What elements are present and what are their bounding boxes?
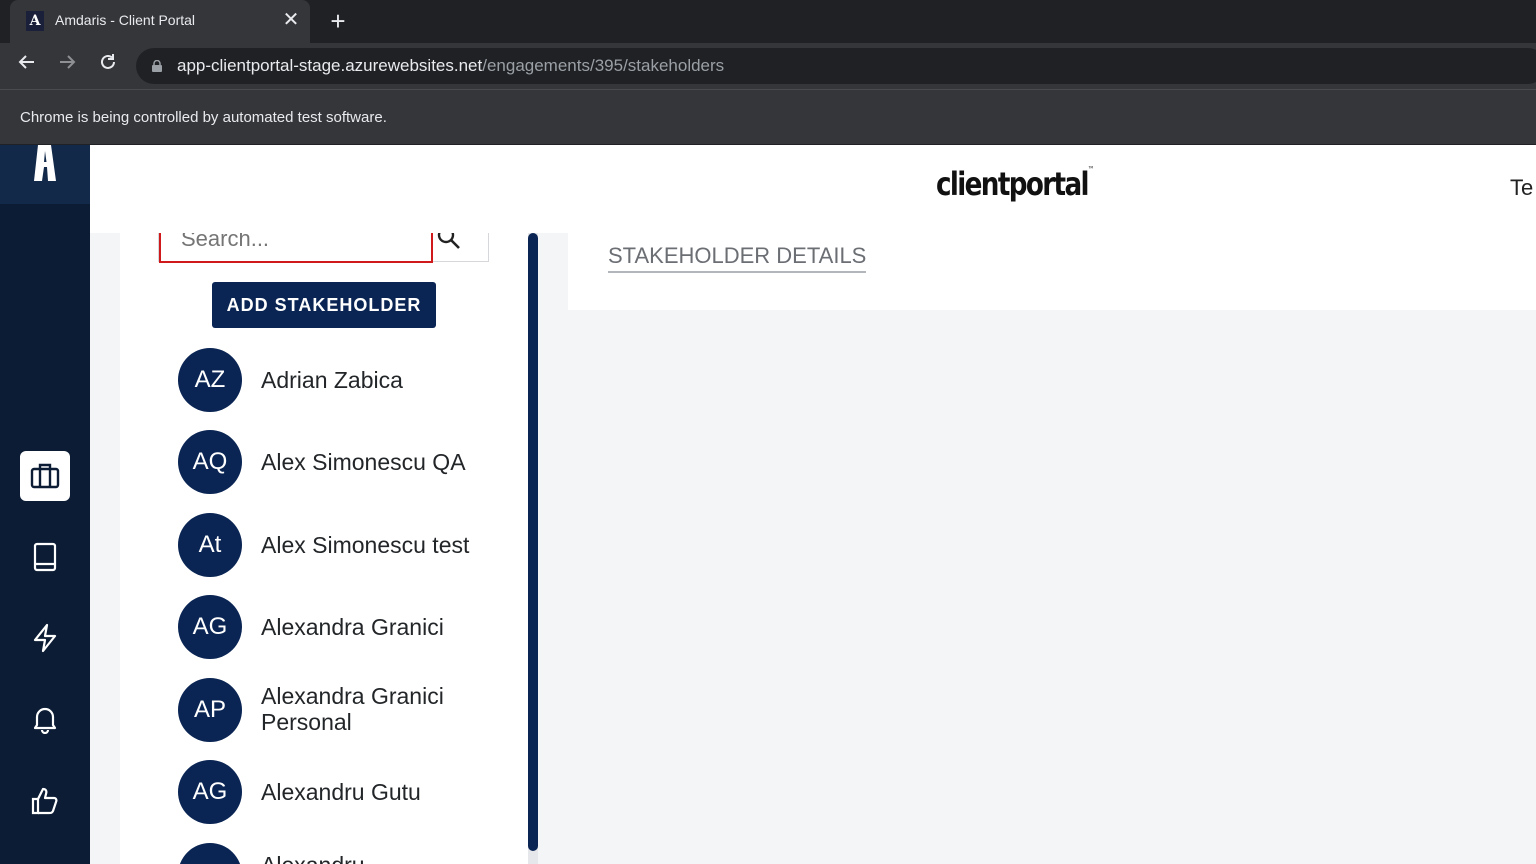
tab-close-icon[interactable]: ✕ bbox=[281, 9, 301, 31]
avatar: AG bbox=[178, 760, 242, 824]
infobar-message: Chrome is being controlled by automated … bbox=[20, 109, 387, 126]
stakeholder-name: Adrian Zabica bbox=[261, 367, 403, 393]
stakeholder-item[interactable]: Alexandru bbox=[178, 843, 518, 864]
avatar: At bbox=[178, 513, 242, 577]
avatar: AQ bbox=[178, 430, 242, 494]
url-text: app-clientportal-stage.azurewebsites.net… bbox=[177, 56, 724, 76]
scrollbar-thumb[interactable] bbox=[528, 233, 538, 851]
thumbs-up-icon[interactable] bbox=[20, 776, 70, 826]
stakeholder-item[interactable]: At Alex Simonescu test bbox=[178, 513, 518, 577]
back-arrow-icon[interactable] bbox=[12, 51, 42, 81]
search-box bbox=[158, 233, 489, 263]
url-host: app-clientportal-stage.azurewebsites.net bbox=[177, 56, 483, 75]
url-path: /engagements/395/stakeholders bbox=[482, 56, 725, 75]
search-input[interactable] bbox=[159, 233, 433, 263]
avatar: AP bbox=[178, 678, 242, 742]
browser-tab-strip: A Amdaris - Client Portal ✕ + bbox=[0, 0, 1536, 43]
avatar bbox=[178, 843, 242, 864]
stakeholder-name: Alexandra Granici bbox=[261, 614, 444, 640]
forward-arrow-icon[interactable] bbox=[52, 51, 82, 81]
stakeholder-name: Alex Simonescu QA bbox=[261, 449, 466, 475]
new-tab-icon[interactable]: + bbox=[325, 7, 351, 35]
engagements-briefcase-icon[interactable] bbox=[20, 451, 70, 501]
bell-icon[interactable] bbox=[20, 694, 70, 744]
stakeholder-item[interactable]: AQ Alex Simonescu QA bbox=[178, 430, 518, 494]
stakeholder-item[interactable]: AZ Adrian Zabica bbox=[178, 348, 518, 412]
stakeholder-name: Alex Simonescu test bbox=[261, 532, 470, 558]
stakeholder-name: Alexandra Granici Personal bbox=[261, 683, 444, 735]
address-bar[interactable]: app-clientportal-stage.azurewebsites.net… bbox=[136, 48, 1536, 84]
stakeholder-list-panel: ADD STAKEHOLDER AZ Adrian Zabica AQ Alex… bbox=[120, 233, 538, 864]
trademark: ™ bbox=[1087, 165, 1095, 174]
stakeholder-item[interactable]: AP Alexandra Granici Personal bbox=[178, 678, 518, 742]
brand-text: clientportal bbox=[936, 165, 1090, 203]
logo-block[interactable] bbox=[0, 145, 90, 204]
browser-toolbar: app-clientportal-stage.azurewebsites.net… bbox=[0, 43, 1536, 89]
stakeholder-name: Alexandru Gutu bbox=[261, 779, 421, 805]
book-icon[interactable] bbox=[20, 532, 70, 582]
stakeholder-item[interactable]: AG Alexandru Gutu bbox=[178, 760, 518, 824]
stakeholder-item[interactable]: AG Alexandra Granici bbox=[178, 595, 518, 659]
app-header: clientportal™ Te bbox=[90, 145, 1536, 233]
clientportal-logo: clientportal™ bbox=[936, 165, 1094, 203]
automation-infobar: Chrome is being controlled by automated … bbox=[0, 89, 1536, 145]
lightning-icon[interactable] bbox=[20, 613, 70, 663]
stakeholder-details-panel: STAKEHOLDER DETAILS bbox=[568, 233, 1536, 310]
amdaris-favicon-icon: A bbox=[26, 11, 44, 31]
header-user-menu[interactable]: Te bbox=[1510, 175, 1533, 201]
browser-tab[interactable]: A Amdaris - Client Portal ✕ bbox=[10, 0, 310, 43]
lock-icon bbox=[152, 60, 162, 72]
amdaris-logo-icon bbox=[34, 145, 56, 181]
stakeholder-name: Alexandru bbox=[261, 852, 501, 864]
avatar: AG bbox=[178, 595, 242, 659]
add-stakeholder-button[interactable]: ADD STAKEHOLDER bbox=[212, 282, 436, 328]
reload-icon[interactable] bbox=[93, 51, 123, 81]
search-icon[interactable] bbox=[437, 233, 461, 250]
side-nav bbox=[0, 145, 90, 864]
avatar: AZ bbox=[178, 348, 242, 412]
tab-stakeholder-details[interactable]: STAKEHOLDER DETAILS bbox=[608, 243, 867, 273]
tab-title: Amdaris - Client Portal bbox=[55, 12, 196, 28]
